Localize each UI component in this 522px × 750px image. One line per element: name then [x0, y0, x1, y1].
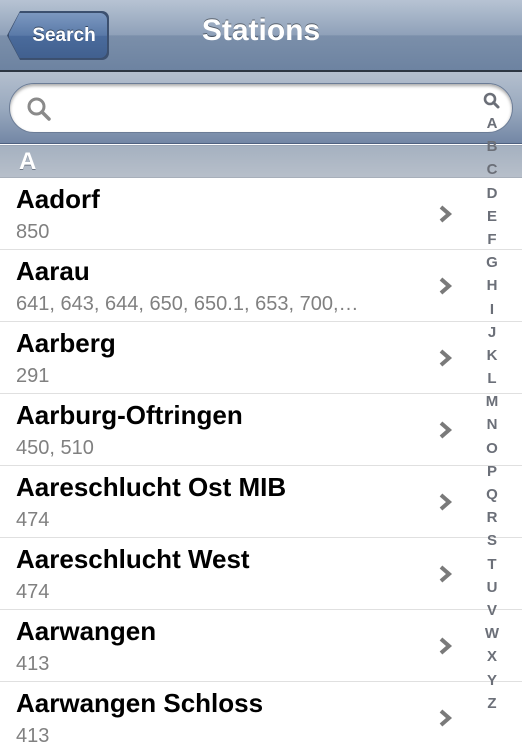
- chevron-right-icon: [439, 205, 453, 223]
- station-list: Aadorf 850 Aarau 641, 643, 644, 650, 650…: [0, 178, 522, 750]
- chevron-right-icon: [439, 565, 453, 583]
- section-header: A: [0, 145, 522, 178]
- station-row[interactable]: Aadorf 850: [0, 178, 522, 250]
- station-name: Aarburg-Oftringen: [16, 400, 243, 430]
- search-bar: [0, 72, 522, 144]
- index-letter-n[interactable]: N: [487, 413, 498, 436]
- index-letter-e[interactable]: E: [487, 205, 497, 228]
- index-letter-t[interactable]: T: [487, 553, 496, 576]
- page-title: Stations: [201, 14, 321, 47]
- index-letter-g[interactable]: G: [486, 251, 498, 274]
- chevron-right-icon: [439, 493, 453, 511]
- chevron-right-icon: [439, 421, 453, 439]
- station-lines: 474: [16, 581, 50, 603]
- station-row[interactable]: Aarau 641, 643, 644, 650, 650.1, 653, 70…: [0, 250, 522, 322]
- station-lines: 413: [16, 653, 50, 675]
- index-search-icon[interactable]: [482, 90, 502, 112]
- section-index[interactable]: ABCDEFGHIJKLMNOPQRSTUVWXYZ: [475, 90, 509, 740]
- index-letter-f[interactable]: F: [487, 228, 496, 251]
- station-name: Aadorf: [16, 184, 100, 214]
- index-letter-z[interactable]: Z: [487, 692, 496, 715]
- index-letter-p[interactable]: P: [487, 460, 497, 483]
- station-lines: 291: [16, 365, 50, 387]
- station-row[interactable]: Aareschlucht Ost MIB 474: [0, 466, 522, 538]
- index-letter-c[interactable]: C: [487, 158, 498, 181]
- index-letter-j[interactable]: J: [488, 321, 496, 344]
- station-name: Aarau: [16, 256, 90, 286]
- index-letter-a[interactable]: A: [487, 112, 498, 135]
- navigation-bar: Search Stations: [0, 0, 522, 72]
- section-header-letter: A: [19, 148, 37, 175]
- search-field[interactable]: [9, 83, 513, 133]
- index-letter-v[interactable]: V: [487, 599, 497, 622]
- index-letter-i[interactable]: I: [490, 298, 494, 321]
- index-letter-x[interactable]: X: [487, 645, 497, 668]
- search-input[interactable]: [60, 92, 460, 126]
- index-letter-d[interactable]: D: [487, 182, 498, 205]
- station-name: Aareschlucht West: [16, 544, 250, 574]
- chevron-right-icon: [439, 277, 453, 295]
- station-row[interactable]: Aarwangen Schloss 413: [0, 682, 522, 750]
- station-row[interactable]: Aareschlucht West 474: [0, 538, 522, 610]
- station-lines: 850: [16, 221, 50, 243]
- index-letter-w[interactable]: W: [485, 622, 499, 645]
- station-name: Aarberg: [16, 328, 116, 358]
- index-letter-u[interactable]: U: [487, 576, 498, 599]
- station-lines: 413: [16, 725, 50, 747]
- index-letter-k[interactable]: K: [487, 344, 498, 367]
- chevron-right-icon: [439, 637, 453, 655]
- index-letter-h[interactable]: H: [487, 274, 498, 297]
- index-letter-r[interactable]: R: [487, 506, 498, 529]
- station-row[interactable]: Aarwangen 413: [0, 610, 522, 682]
- station-lines: 450, 510: [16, 437, 94, 459]
- station-name: Aarwangen Schloss: [16, 688, 264, 718]
- index-letter-b[interactable]: B: [487, 135, 498, 158]
- index-letter-l[interactable]: L: [487, 367, 496, 390]
- station-name: Aareschlucht Ost MIB: [16, 472, 287, 502]
- index-letter-m[interactable]: M: [486, 390, 499, 413]
- chevron-right-icon: [439, 349, 453, 367]
- station-row[interactable]: Aarberg 291: [0, 322, 522, 394]
- index-letter-o[interactable]: O: [486, 437, 498, 460]
- station-row[interactable]: Aarburg-Oftringen 450, 510: [0, 394, 522, 466]
- search-icon: [27, 97, 51, 121]
- index-letter-y[interactable]: Y: [487, 669, 497, 692]
- station-name: Aarwangen: [16, 616, 157, 646]
- chevron-right-icon: [439, 709, 453, 727]
- index-letter-s[interactable]: S: [487, 529, 497, 552]
- station-lines: 641, 643, 644, 650, 650.1, 653, 700,…: [16, 293, 359, 315]
- index-letter-q[interactable]: Q: [486, 483, 498, 506]
- station-lines: 474: [16, 509, 50, 531]
